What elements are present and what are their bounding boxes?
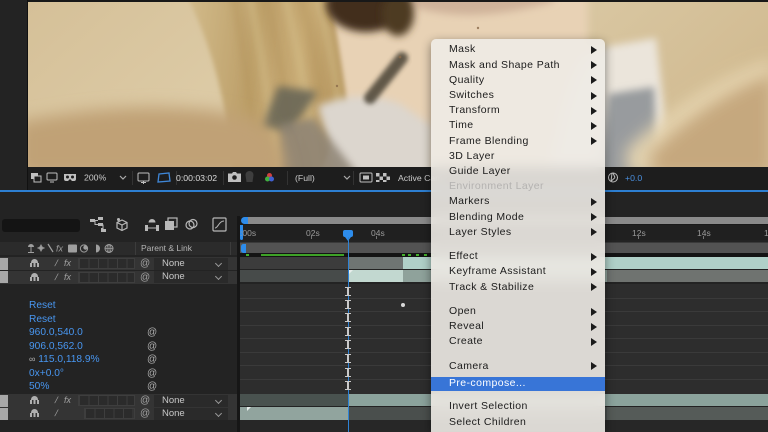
svg-text:(Full): (Full) <box>295 173 315 183</box>
svg-text:200%: 200% <box>84 173 106 183</box>
svg-text:+0.0: +0.0 <box>625 173 642 183</box>
svg-text:fx: fx <box>56 243 64 253</box>
svg-text:0:00:03:02: 0:00:03:02 <box>176 173 217 183</box>
